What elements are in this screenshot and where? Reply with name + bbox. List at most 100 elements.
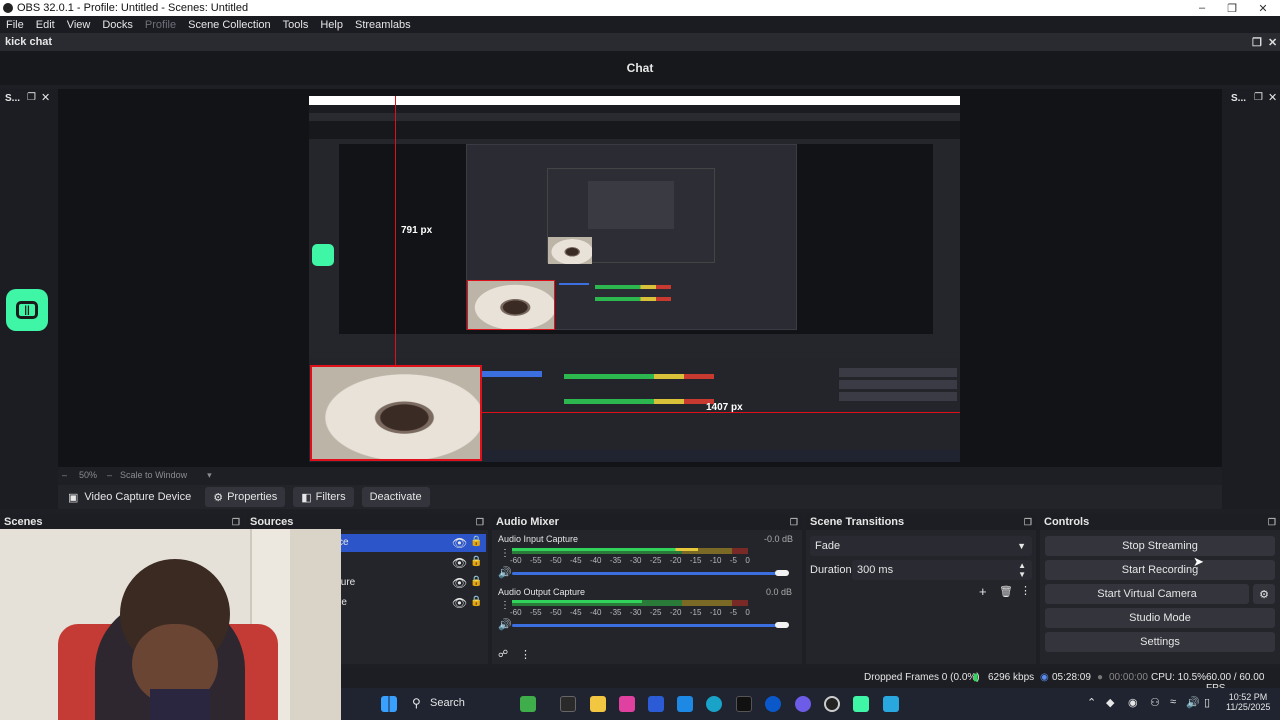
close-icon[interactable]: ✕ <box>41 91 50 104</box>
filters-button[interactable]: ◧ Filters <box>293 487 354 507</box>
menu-help[interactable]: Help <box>314 19 349 31</box>
speaker-icon[interactable]: 🔊 <box>498 618 512 631</box>
deactivate-button[interactable]: Deactivate <box>361 487 430 507</box>
eye-icon[interactable]: 👁 <box>452 576 467 590</box>
tray-expand-icon[interactable]: ⌃ <box>1087 696 1096 709</box>
menu-streamlabs[interactable]: Streamlabs <box>349 19 417 31</box>
channel-menu-icon[interactable]: ⋮ <box>500 548 510 559</box>
chevron-down-icon[interactable]: ▾ <box>207 470 212 481</box>
minimize-button[interactable]: – <box>1187 0 1217 16</box>
kick-app-icon[interactable] <box>853 696 869 712</box>
menu-profile[interactable]: Profile <box>139 19 182 31</box>
eye-icon[interactable]: 👁 <box>452 596 467 610</box>
menu-file[interactable]: File <box>0 19 30 31</box>
menu-docks[interactable]: Docks <box>96 19 139 31</box>
virtual-camera-settings-button[interactable]: ⚙ <box>1253 584 1275 604</box>
mixer-menu-icon[interactable]: ⋮ <box>520 648 531 661</box>
tray-app-icon[interactable]: ◆ <box>1106 696 1114 709</box>
sources-title: Sources <box>250 516 294 528</box>
lock-icon[interactable]: 🔒 <box>470 556 482 567</box>
start-virtual-camera-button[interactable]: Start Virtual Camera <box>1045 584 1249 604</box>
link-icon[interactable]: ☍ <box>498 649 508 660</box>
float-icon[interactable]: ❐ <box>1254 92 1263 103</box>
channel-menu-icon[interactable]: ⋮ <box>500 600 510 611</box>
discord-icon[interactable] <box>795 696 811 712</box>
menu-view[interactable]: View <box>61 19 97 31</box>
microphone-icon[interactable]: ⚇ <box>1150 696 1160 709</box>
volume-meter <box>512 600 748 606</box>
lock-icon[interactable]: 🔒 <box>470 596 482 607</box>
file-explorer-icon[interactable] <box>590 696 606 712</box>
wifi-icon[interactable]: ≈ <box>1170 696 1176 708</box>
float-icon[interactable]: ❐ <box>476 517 484 528</box>
volume-slider-knob[interactable] <box>775 622 789 628</box>
clock[interactable]: 10:52 PM 11/25/2025 <box>1226 692 1270 712</box>
lock-icon[interactable]: 🔒 <box>470 536 482 547</box>
menu-scene-collection[interactable]: Scene Collection <box>182 19 277 31</box>
app-icon[interactable] <box>883 696 899 712</box>
audio-mixer-title: Audio Mixer <box>496 516 559 528</box>
window-title: OBS 32.0.1 - Profile: Untitled - Scenes:… <box>17 2 249 14</box>
float-icon[interactable]: ❐ <box>232 517 240 528</box>
transition-select[interactable]: Fade ▼ <box>810 536 1032 556</box>
stop-streaming-button[interactable]: Stop Streaming <box>1045 536 1275 556</box>
preview-canvas[interactable]: 791 px 1407 px <box>309 96 960 462</box>
selected-webcam-source[interactable] <box>310 365 482 461</box>
obs-logo-icon <box>3 3 13 13</box>
close-button[interactable]: ✕ <box>1248 0 1278 16</box>
store-icon[interactable] <box>648 696 664 712</box>
trash-icon[interactable]: 🗑 <box>999 585 1013 598</box>
task-view-icon[interactable] <box>560 696 576 712</box>
volume-icon[interactable]: 🔊 <box>1186 696 1200 709</box>
windows-start-icon[interactable] <box>381 696 397 712</box>
start-recording-button[interactable]: Start Recording <box>1045 560 1275 580</box>
zoom-in-button[interactable]: – <box>107 470 112 480</box>
eye-icon[interactable]: 👁 <box>452 536 467 550</box>
zoom-mode[interactable]: Scale to Window <box>120 470 187 480</box>
copilot-icon[interactable] <box>619 696 635 712</box>
menu-tools[interactable]: Tools <box>277 19 315 31</box>
float-icon[interactable]: ❐ <box>790 517 798 528</box>
volume-slider-knob[interactable] <box>775 570 789 576</box>
eye-icon[interactable]: 👁 <box>452 556 467 570</box>
lock-icon[interactable]: 🔒 <box>470 576 482 587</box>
settings-button[interactable]: Settings <box>1045 632 1275 652</box>
float-icon[interactable]: ❐ <box>27 92 36 103</box>
studio-mode-button[interactable]: Studio Mode <box>1045 608 1275 628</box>
battery-icon[interactable]: ▯ <box>1204 696 1210 709</box>
source-row[interactable]: 👁 🔒 <box>336 554 486 572</box>
source-row[interactable]: re 👁 🔒 <box>336 594 486 612</box>
source-row[interactable]: ture 👁 🔒 <box>336 574 486 592</box>
close-icon[interactable]: ✕ <box>1268 91 1277 104</box>
scene-transitions-title: Scene Transitions <box>810 516 905 528</box>
spin-arrows-icon[interactable]: ▲ ▼ <box>1018 561 1026 579</box>
more-icon[interactable]: ⋮ <box>1020 584 1031 597</box>
nested-capture-2 <box>466 144 797 330</box>
volume-slider[interactable] <box>512 624 788 627</box>
obs-icon[interactable] <box>824 696 840 712</box>
tiktok-icon[interactable] <box>736 696 752 712</box>
volume-slider[interactable] <box>512 572 788 575</box>
float-icon[interactable]: ❐ <box>1024 517 1032 528</box>
search-icon[interactable]: ⚲ <box>412 696 421 710</box>
duration-spinbox[interactable]: 300 ms ▲ ▼ <box>852 560 1032 580</box>
nested-webcam-3 <box>548 237 592 264</box>
zoom-out-button[interactable]: – <box>62 470 67 480</box>
browser-icon[interactable] <box>765 696 781 712</box>
menu-edit[interactable]: Edit <box>30 19 61 31</box>
speaker-icon[interactable]: 🔊 <box>498 566 512 579</box>
properties-button[interactable]: ⚙ Properties <box>205 487 286 507</box>
float-icon[interactable]: ❐ <box>1252 36 1262 49</box>
mail-icon[interactable] <box>677 696 693 712</box>
tray-icon[interactable]: ◉ <box>1128 696 1138 709</box>
add-icon[interactable]: + <box>979 584 987 599</box>
edge-icon[interactable] <box>706 696 722 712</box>
widgets-icon[interactable] <box>520 696 536 712</box>
source-name: ▣ Video Capture Device <box>68 491 192 504</box>
source-row-selected[interactable]: ce 👁 🔒 <box>336 534 486 552</box>
nested-button <box>839 368 957 377</box>
maximize-button[interactable]: ❐ <box>1217 0 1247 16</box>
taskbar-search[interactable]: Search <box>430 697 465 709</box>
close-icon[interactable]: ✕ <box>1268 36 1277 49</box>
float-icon[interactable]: ❐ <box>1268 517 1276 528</box>
